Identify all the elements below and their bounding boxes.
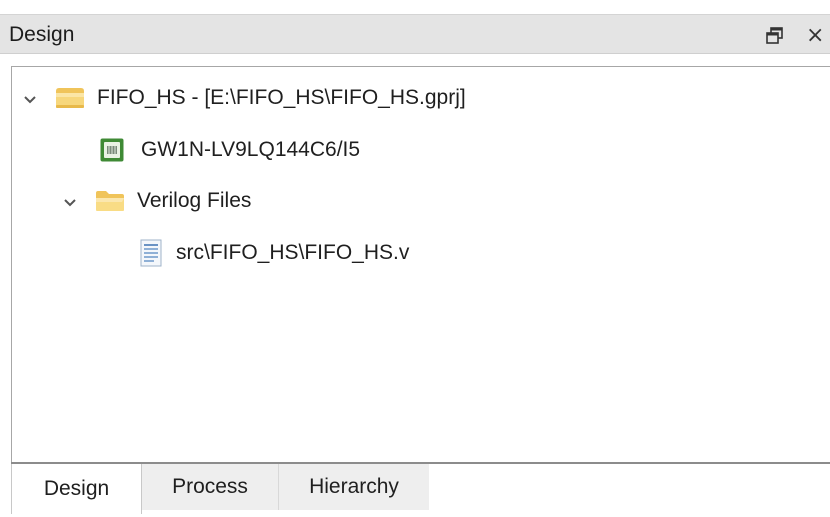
project-folder-icon [55,86,85,110]
tree-node-verilog-folder[interactable]: Verilog Files [62,184,251,218]
tree-label-verilog-folder: Verilog Files [137,189,252,212]
chip-icon [100,138,124,162]
design-panel: Design × FIFO_HS - [E:\FIFO_HS\FIFO_HS.g… [0,0,830,517]
tab-design[interactable]: Design [11,464,142,514]
chevron-down-icon[interactable] [22,90,38,106]
tab-hierarchy-label: Hierarchy [309,475,399,498]
tree-label-verilog-file: src\FIFO_HS\FIFO_HS.v [176,241,410,264]
tree-node-project[interactable]: FIFO_HS - [E:\FIFO_HS\FIFO_HS.gprj] [22,81,466,115]
tab-hierarchy[interactable]: Hierarchy [279,464,429,510]
tab-design-label: Design [43,477,110,500]
tab-process[interactable]: Process [142,464,278,510]
design-tree: FIFO_HS - [E:\FIFO_HS\FIFO_HS.gprj] GW1N… [11,66,830,463]
close-icon[interactable]: × [806,23,824,48]
tab-process-label: Process [172,475,248,498]
tree-node-device[interactable]: GW1N-LV9LQ144C6/I5 [100,133,360,167]
tree-label-device: GW1N-LV9LQ144C6/I5 [141,138,361,161]
verilog-file-icon [140,239,162,267]
folder-icon [95,189,125,213]
tree-label-project: FIFO_HS - [E:\FIFO_HS\FIFO_HS.gprj] [97,86,466,109]
restore-window-icon[interactable] [765,26,785,46]
tree-node-verilog-file[interactable]: src\FIFO_HS\FIFO_HS.v [140,236,409,270]
panel-title: Design [9,23,75,46]
panel-tabs: Design Process Hierarchy [11,464,830,517]
chevron-down-icon[interactable] [62,193,78,209]
panel-titlebar: Design × [0,14,830,54]
